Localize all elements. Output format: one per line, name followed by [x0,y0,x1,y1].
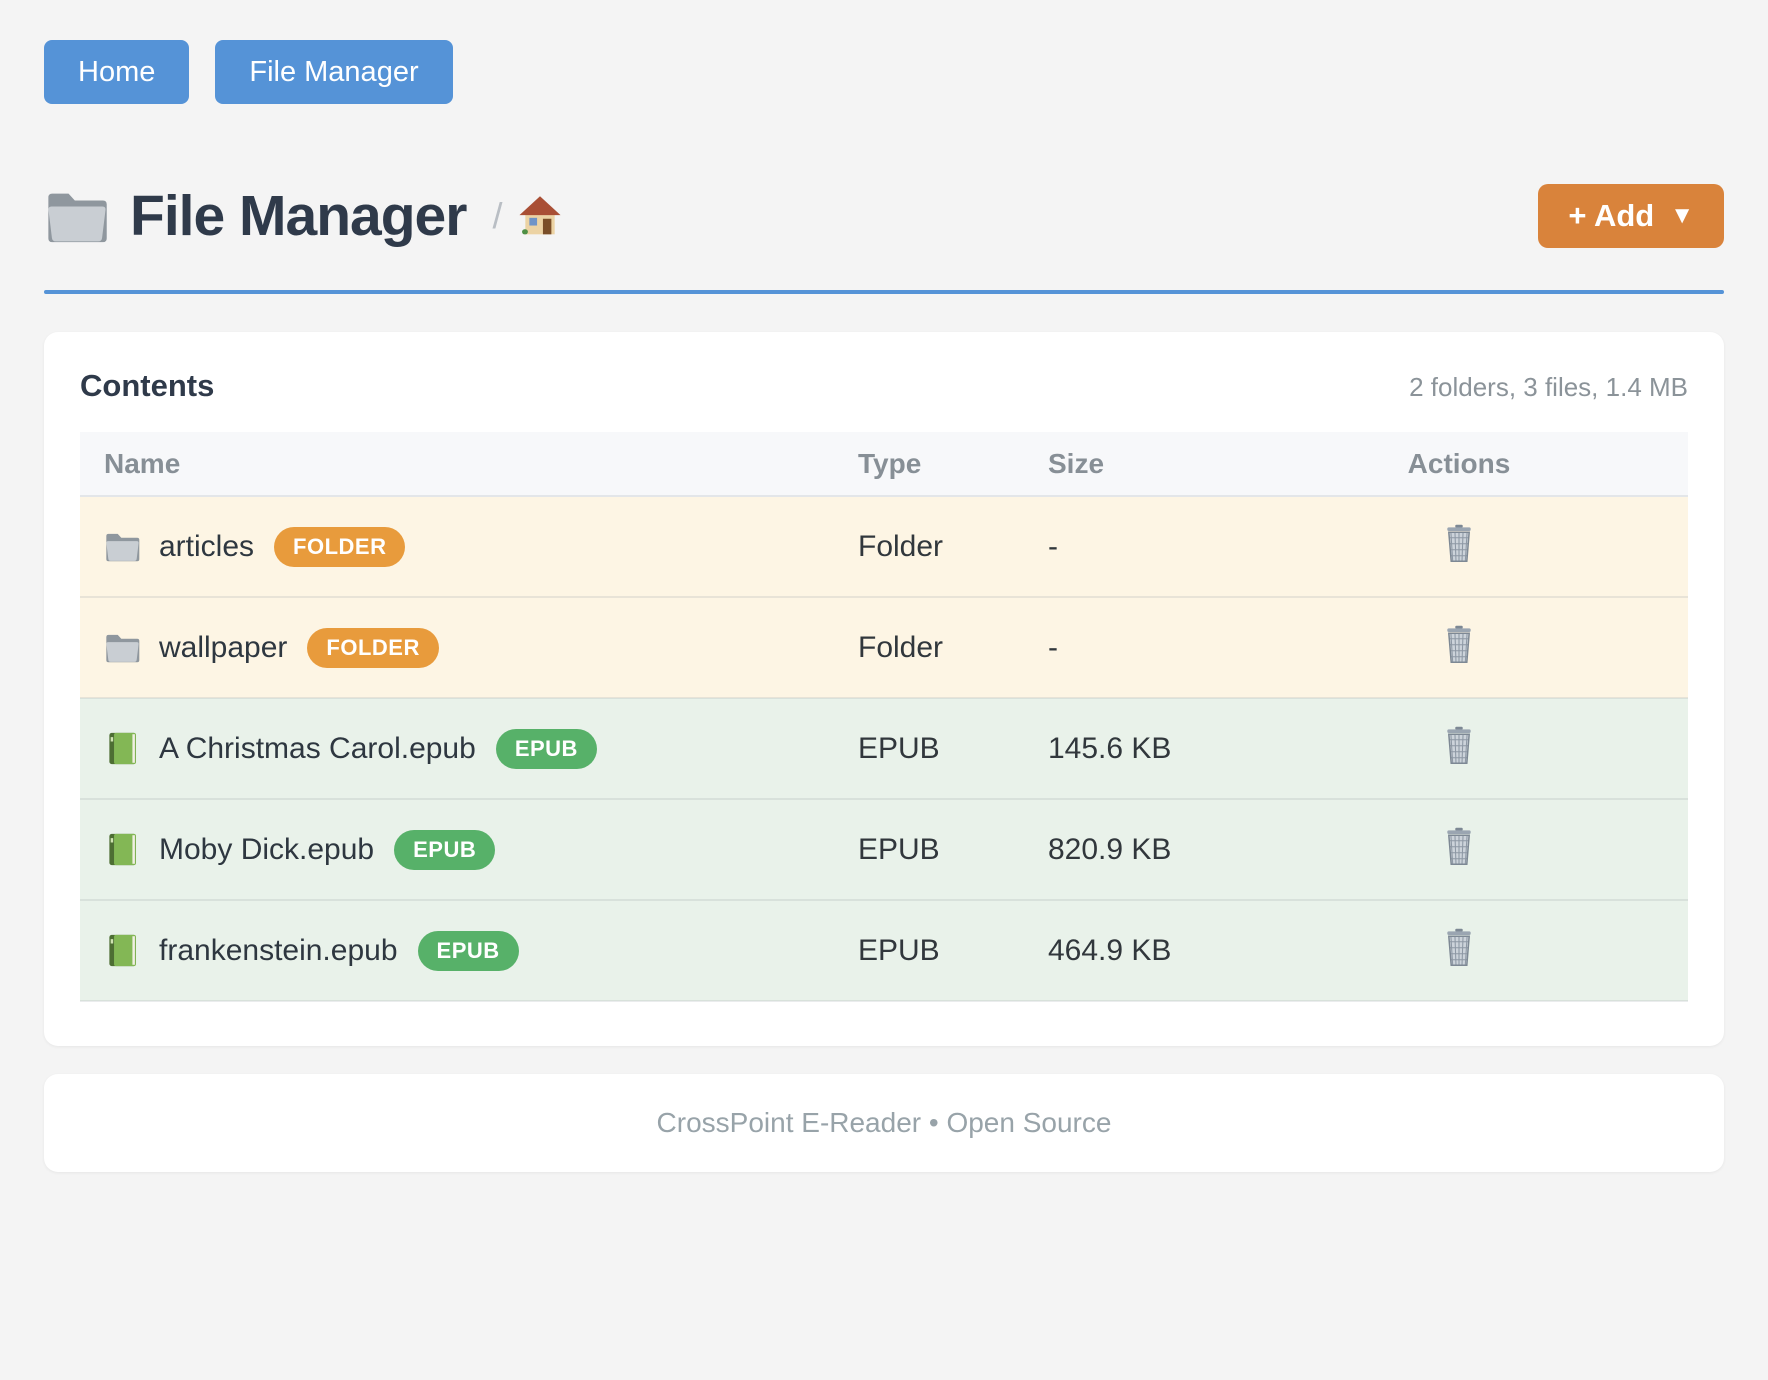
green-book-icon [104,731,141,766]
file-type: EPUB [834,698,1024,799]
contents-card: Contents 2 folders, 3 files, 1.4 MB Name… [44,332,1724,1046]
trash-icon [1441,927,1477,967]
page-header: File Manager / + Add ▼ [44,166,1724,266]
folder-icon [104,529,141,564]
green-book-icon [104,832,141,867]
page-title: File Manager [130,183,466,249]
nav-home-button[interactable]: Home [44,40,189,104]
file-badge: FOLDER [274,527,405,567]
delete-button[interactable] [1441,927,1477,967]
green-book-icon [104,933,141,968]
column-header-type: Type [834,432,1024,496]
file-badge: FOLDER [307,628,438,668]
header-divider [44,290,1724,294]
title-wrap: File Manager / [44,183,562,249]
file-size: 464.9 KB [1024,900,1230,1001]
delete-button[interactable] [1441,624,1477,664]
file-name: articles [159,530,254,564]
table-row[interactable]: wallpaper FOLDER Folder - [80,597,1688,698]
add-button[interactable]: + Add ▼ [1538,184,1724,248]
table-row[interactable]: articles FOLDER Folder - [80,496,1688,597]
column-header-name: Name [80,432,834,496]
delete-button[interactable] [1441,725,1477,765]
file-size: 145.6 KB [1024,698,1230,799]
file-badge: EPUB [418,931,519,971]
trash-icon [1441,725,1477,765]
file-badge: EPUB [496,729,597,769]
file-size: - [1024,597,1230,698]
chevron-down-icon: ▼ [1670,204,1694,228]
file-type: EPUB [834,900,1024,1001]
folder-icon [44,186,110,246]
file-size: - [1024,496,1230,597]
contents-card-header: Contents 2 folders, 3 files, 1.4 MB [80,368,1688,404]
file-name: frankenstein.epub [159,934,398,968]
file-badge: EPUB [394,830,495,870]
top-nav: Home File Manager [44,40,1724,104]
file-type: Folder [834,597,1024,698]
file-table: Name Type Size Actions articles FOLDER F… [80,432,1688,1002]
file-name: A Christmas Carol.epub [159,732,476,766]
file-size: 820.9 KB [1024,799,1230,900]
breadcrumb-home-link[interactable] [518,194,562,238]
contents-title: Contents [80,368,214,404]
trash-icon [1441,523,1477,563]
house-icon [518,194,562,238]
delete-button[interactable] [1441,826,1477,866]
table-row[interactable]: frankenstein.epub EPUB EPUB 464.9 KB [80,900,1688,1001]
file-table-header: Name Type Size Actions [80,432,1688,496]
trash-icon [1441,826,1477,866]
file-type: Folder [834,496,1024,597]
column-header-size: Size [1024,432,1230,496]
table-row[interactable]: A Christmas Carol.epub EPUB EPUB 145.6 K… [80,698,1688,799]
column-header-actions: Actions [1230,432,1688,496]
file-type: EPUB [834,799,1024,900]
add-button-label: + Add [1568,198,1654,234]
nav-file-manager-button[interactable]: File Manager [215,40,452,104]
delete-button[interactable] [1441,523,1477,563]
file-name: wallpaper [159,631,287,665]
footer-text: CrossPoint E-Reader • Open Source [657,1107,1112,1139]
table-row[interactable]: Moby Dick.epub EPUB EPUB 820.9 KB [80,799,1688,900]
contents-summary: 2 folders, 3 files, 1.4 MB [1409,372,1688,403]
trash-icon [1441,624,1477,664]
page: Home File Manager File Manager / + Add ▼… [0,0,1768,1172]
folder-icon [104,630,141,665]
footer: CrossPoint E-Reader • Open Source [44,1074,1724,1172]
breadcrumb-separator: / [492,195,502,237]
file-table-body: articles FOLDER Folder - wallpaper FOLDE… [80,496,1688,1001]
file-name: Moby Dick.epub [159,833,374,867]
